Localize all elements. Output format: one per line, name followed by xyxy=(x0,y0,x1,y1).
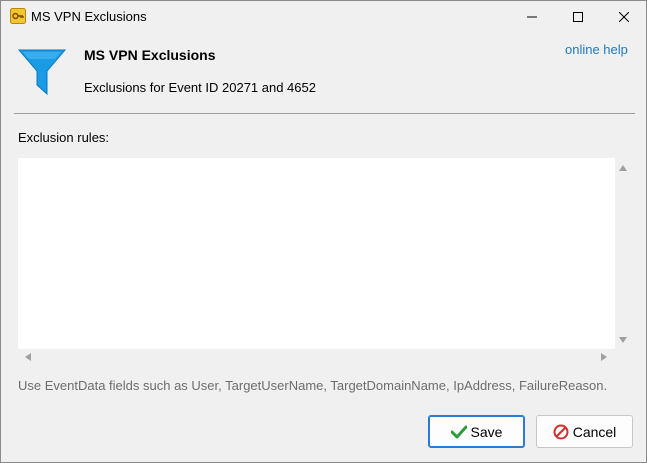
header-subtitle: Exclusions for Event ID 20271 and 4652 xyxy=(84,80,316,95)
maximize-icon xyxy=(573,11,583,22)
exclusion-rules-textarea[interactable] xyxy=(18,158,615,349)
minimize-button[interactable] xyxy=(509,1,555,32)
horizontal-scrollbar[interactable] xyxy=(18,349,615,365)
funnel-filter-icon xyxy=(17,47,67,97)
dialog-window: MS VPN Exclusions MS VPN Exclusions Excl… xyxy=(0,0,647,463)
scroll-up-icon[interactable] xyxy=(619,165,627,171)
close-icon xyxy=(619,11,629,22)
cancel-icon xyxy=(553,424,569,440)
minimize-icon xyxy=(527,12,537,22)
close-button[interactable] xyxy=(601,1,647,32)
window-title: MS VPN Exclusions xyxy=(31,9,147,24)
vertical-scrollbar[interactable] xyxy=(615,158,632,349)
checkmark-icon xyxy=(450,425,467,439)
scroll-right-icon[interactable] xyxy=(601,353,607,361)
save-button[interactable]: Save xyxy=(428,415,525,448)
header-title: MS VPN Exclusions xyxy=(84,47,216,63)
scroll-left-icon[interactable] xyxy=(25,353,31,361)
maximize-button[interactable] xyxy=(555,1,601,32)
exclusion-rules-editor[interactable] xyxy=(18,158,632,365)
save-button-label: Save xyxy=(470,423,503,440)
title-bar[interactable]: MS VPN Exclusions xyxy=(1,1,646,32)
cancel-button-label: Cancel xyxy=(572,423,617,440)
header-divider xyxy=(14,113,635,114)
exclusion-rules-label: Exclusion rules: xyxy=(18,130,110,145)
scroll-down-icon[interactable] xyxy=(619,337,627,343)
cancel-button[interactable]: Cancel xyxy=(536,415,633,448)
online-help-link[interactable]: online help xyxy=(565,42,628,57)
scrollbar-corner xyxy=(615,349,632,365)
fields-hint-text: Use EventData fields such as User, Targe… xyxy=(18,378,608,393)
app-key-icon xyxy=(10,8,26,24)
